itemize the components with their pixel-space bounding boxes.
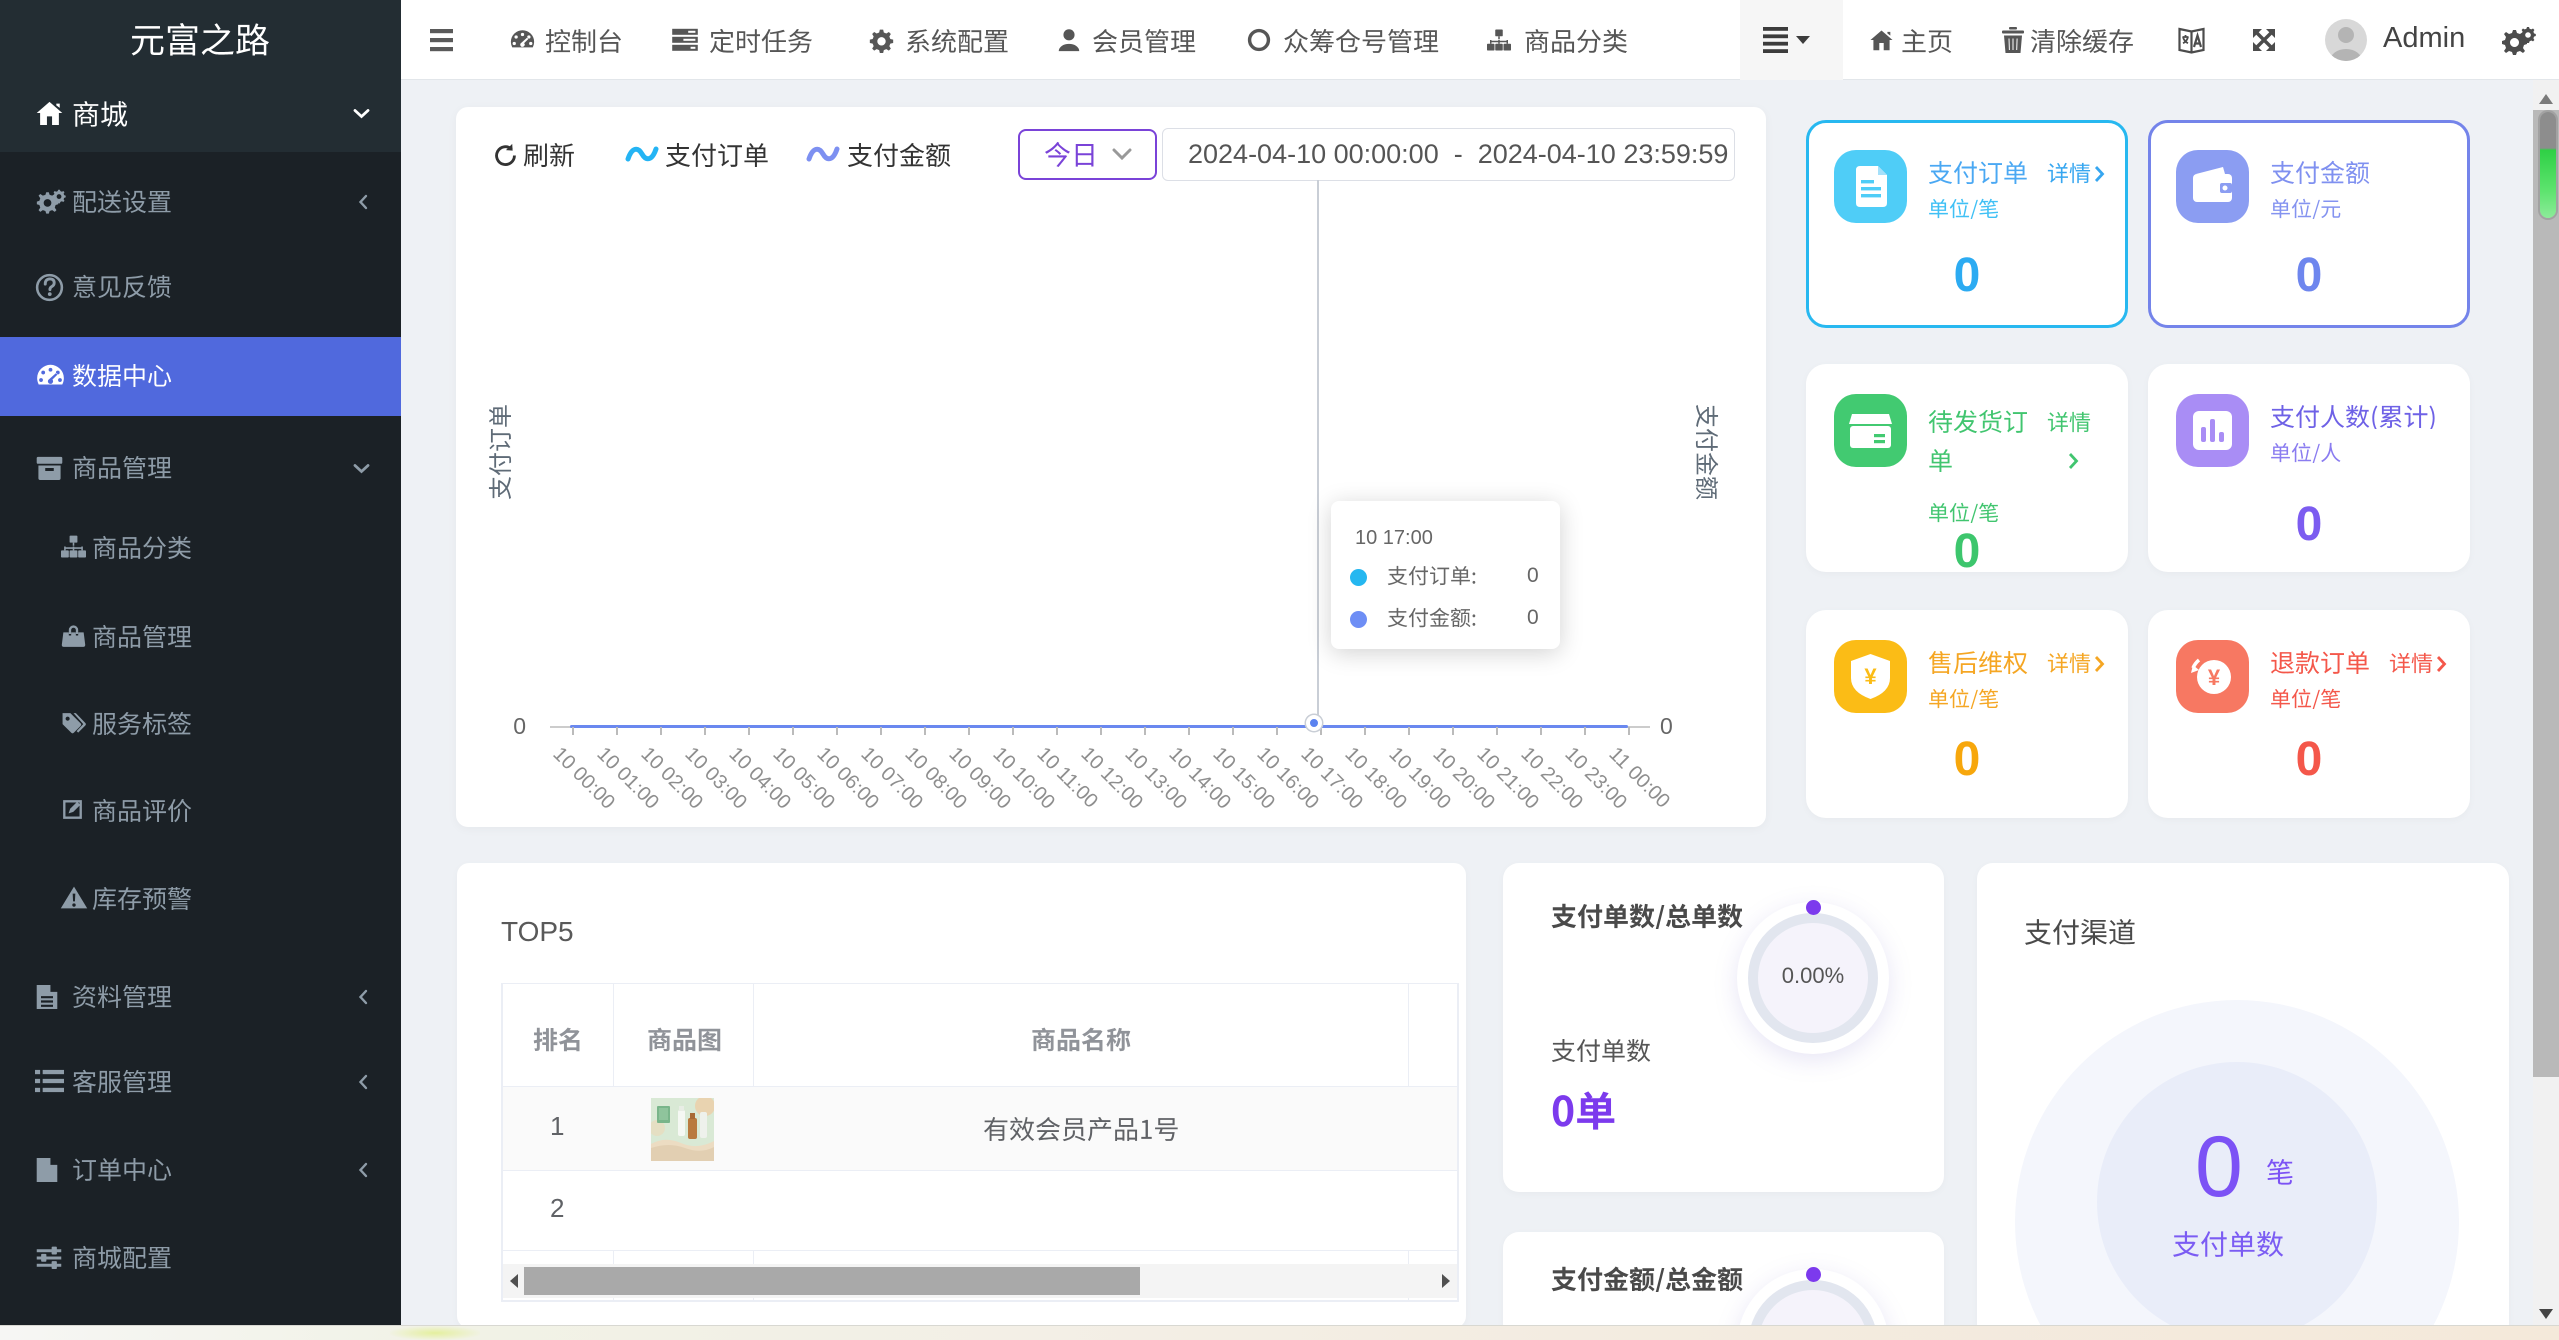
svg-text:¥: ¥ bbox=[2208, 665, 2221, 690]
svg-text:¥: ¥ bbox=[1864, 664, 1877, 689]
